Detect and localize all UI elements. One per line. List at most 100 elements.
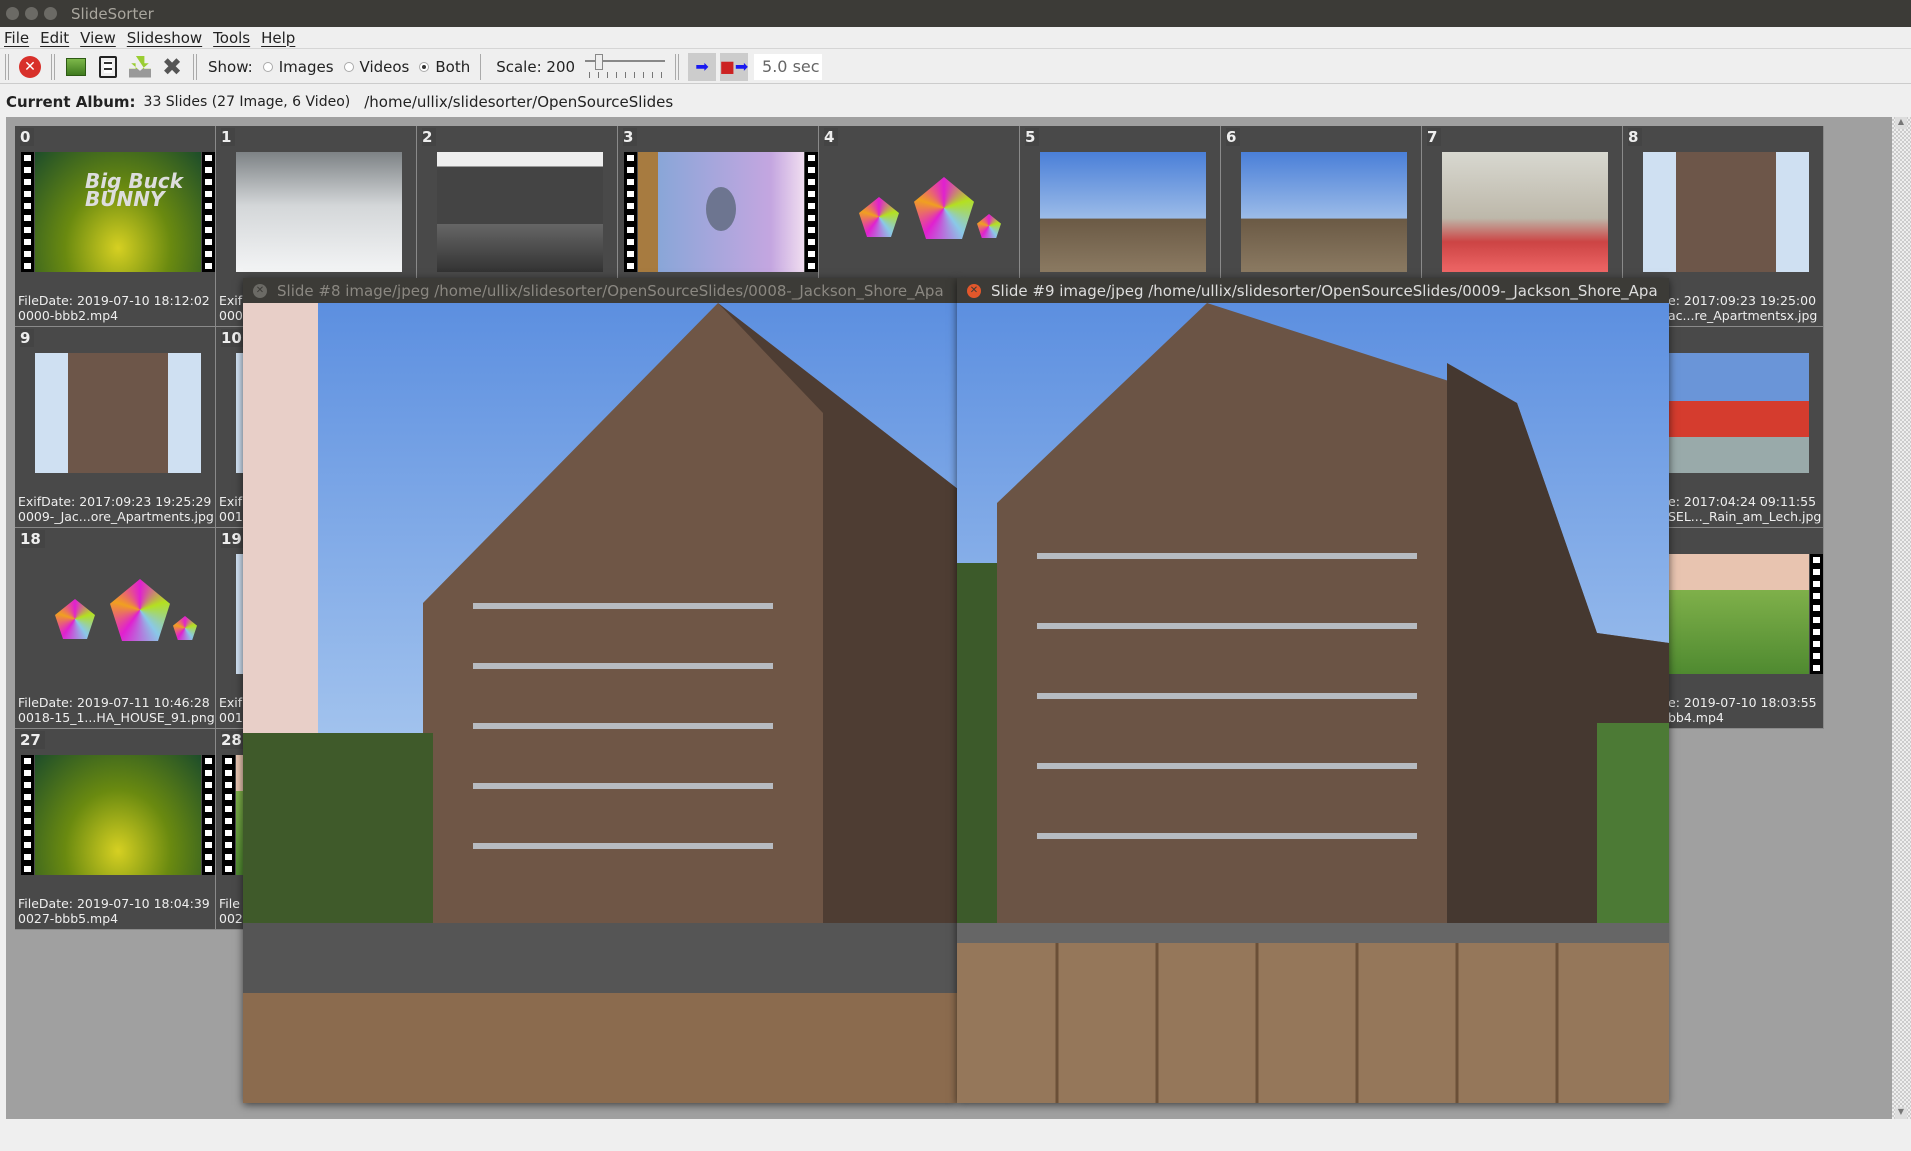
quit-button[interactable]: ✕ (16, 53, 44, 81)
menu-file[interactable]: File (4, 29, 29, 47)
separator (675, 53, 680, 80)
slide-number: 27 (20, 731, 45, 749)
slide-cell[interactable]: 0 Big Buck BUNNY FileDate: 2019-07-10 18:1… (15, 126, 216, 327)
menu-bar: File Edit View Slideshow Tools Help (0, 27, 1911, 49)
slide-number: 9 (20, 329, 35, 347)
caption-date: Exif (219, 695, 243, 710)
slideshow-button[interactable]: ■➡ (719, 52, 749, 81)
radio-images-label[interactable]: Images (279, 58, 334, 76)
scroll-down-arrow[interactable]: ▼ (1895, 1107, 1907, 1119)
thumbnail-logo: Big Buck BUNNY (85, 169, 184, 211)
next-slide-button[interactable]: ➡ (688, 52, 717, 81)
radio-images[interactable] (262, 61, 273, 72)
delete-button[interactable]: ✖ (158, 53, 186, 81)
scale-label: Scale: 200 (496, 57, 576, 76)
caption-date: FileDate: 2019-07-11 10:46:28 (18, 695, 210, 710)
caption-date: Exif (219, 494, 243, 509)
document-list-icon (99, 55, 117, 78)
caption-date: FileDate: 2019-07-10 18:04:39 (18, 896, 210, 911)
maximize-window-button[interactable] (44, 7, 57, 20)
slide-thumbnail (624, 152, 818, 272)
slide-thumbnail (437, 152, 603, 272)
slide-caption: FileDate: 2019-07-10 18:04:39 0027-bbb5.m… (18, 896, 210, 926)
viewer-title: Slide #8 image/jpeg /home/ullix/slidesor… (277, 281, 944, 300)
save-button[interactable] (126, 53, 154, 81)
close-circle-icon: ✕ (19, 55, 41, 78)
slide-number: 18 (20, 530, 45, 548)
menu-edit[interactable]: Edit (40, 29, 69, 47)
caption-date: FileDate: 2019-07-10 18:12:02 (18, 293, 210, 308)
slide-caption: e: 2017:09:23 19:25:00 ac...re_Apartments… (1668, 293, 1817, 323)
radio-videos[interactable] (343, 61, 354, 72)
menu-view[interactable]: View (80, 29, 116, 47)
scroll-up-arrow[interactable]: ▲ (1895, 117, 1907, 129)
menu-slideshow[interactable]: Slideshow (127, 29, 202, 47)
caption-date: e: 2019-07-10 18:03:55 (1668, 695, 1817, 710)
menu-tools[interactable]: Tools (213, 29, 250, 47)
slide-number: 6 (1226, 128, 1241, 146)
caption-filename: SEL..._Rain_am_Lech.jpg (1668, 509, 1822, 524)
caption-date: ExifDate: 2017:09:23 19:25:29 (18, 494, 212, 509)
caption-filename: bb4.mp4 (1668, 710, 1724, 725)
viewer-title-bar[interactable]: ✕ Slide #8 image/jpeg /home/ullix/slideso… (243, 278, 957, 303)
radio-both[interactable] (419, 61, 430, 72)
stop-arrow-icon: ■➡ (719, 57, 749, 76)
slide-8-viewer[interactable]: ✕ Slide #8 image/jpeg /home/ullix/slideso… (243, 278, 957, 1103)
close-icon[interactable]: ✕ (967, 283, 981, 298)
caption-filename: ac...re_Apartmentsx.jpg (1668, 308, 1818, 323)
slide-number: 0 (20, 128, 35, 146)
arrow-right-icon: ➡ (695, 57, 709, 76)
slide-caption: e: 2017:04:24 09:11:55 SEL..._Rain_am_Lec… (1668, 494, 1821, 524)
caption-filename: 0027-bbb5.mp4 (18, 911, 119, 926)
window-title: SlideSorter (71, 4, 154, 23)
slide-thumbnail: Big Buck BUNNY (21, 152, 215, 272)
interval-field[interactable]: 5.0 sec (754, 53, 823, 80)
caption-date: e: 2017:09:23 19:25:00 (1668, 293, 1817, 308)
slide-number: 1 (221, 128, 236, 146)
menu-help[interactable]: Help (261, 29, 295, 47)
minimize-window-button[interactable] (25, 7, 38, 20)
slide-thumbnail (1442, 152, 1608, 272)
slide-image (957, 303, 1669, 1103)
separator (51, 53, 55, 80)
slide-cell[interactable]: 18 FileDate: 2019-07-11 10:46:28 0018-15_1… (15, 528, 216, 729)
slide-number: 2 (422, 128, 437, 146)
close-icon[interactable]: ✕ (253, 283, 267, 298)
vertical-scrollbar[interactable]: ▲ ▼ (1892, 117, 1911, 1119)
slide-caption: ExifDate: 2017:09:23 19:25:29 0009-_Jac..… (18, 494, 214, 524)
viewer-title-bar[interactable]: ✕ Slide #9 image/jpeg /home/ullix/slideso… (957, 278, 1669, 303)
slide-number: 5 (1025, 128, 1040, 146)
caption-filename: 001 (219, 509, 243, 524)
separator (193, 53, 197, 80)
slide-number: 7 (1427, 128, 1442, 146)
slide-9-viewer[interactable]: ✕ Slide #9 image/jpeg /home/ullix/slideso… (957, 278, 1669, 1103)
caption-filename: 0018-15_1...HA_HOUSE_91.png (18, 710, 215, 725)
toolbar-handle (5, 53, 9, 80)
radio-videos-label[interactable]: Videos (360, 58, 410, 76)
scale-slider[interactable] (585, 53, 666, 81)
download-icon (129, 55, 151, 78)
slide-thumbnail (21, 755, 215, 875)
delete-x-icon: ✖ (161, 52, 183, 81)
folder-icon (66, 57, 86, 76)
list-button[interactable] (94, 53, 122, 81)
album-info: Current Album: 33 Slides (27 Image, 6 Vi… (6, 89, 673, 115)
close-window-button[interactable] (6, 7, 19, 20)
radio-both-label[interactable]: Both (435, 58, 470, 76)
caption-date: Exif (219, 293, 243, 308)
viewer-title: Slide #9 image/jpeg /home/ullix/slidesor… (991, 281, 1658, 300)
slide-image (243, 303, 957, 1103)
caption-date: File (219, 896, 240, 911)
caption-filename: 0000-bbb2.mp4 (18, 308, 119, 323)
toolbar: ✕ ✖ Show: Images Videos Both Scale: 200 … (0, 50, 1911, 84)
slide-caption: Exif 001 (219, 494, 243, 524)
slide-cell[interactable]: 9 ExifDate: 2017:09:23 19:25:29 0009-_Jac.… (15, 327, 216, 528)
album-counts: 33 Slides (27 Image, 6 Video) (143, 94, 351, 110)
title-bar: SlideSorter (0, 0, 1911, 27)
album-path: /home/ullix/slidesorter/OpenSourceSlides (364, 93, 674, 111)
slider-handle[interactable] (595, 53, 604, 70)
slide-cell[interactable]: 27 FileDate: 2019-07-10 18:04:39 0027-bbb5… (15, 729, 216, 930)
open-album-button[interactable] (62, 53, 90, 81)
slide-caption: e: 2019-07-10 18:03:55 bb4.mp4 (1668, 695, 1817, 725)
caption-filename: 000 (219, 308, 243, 323)
